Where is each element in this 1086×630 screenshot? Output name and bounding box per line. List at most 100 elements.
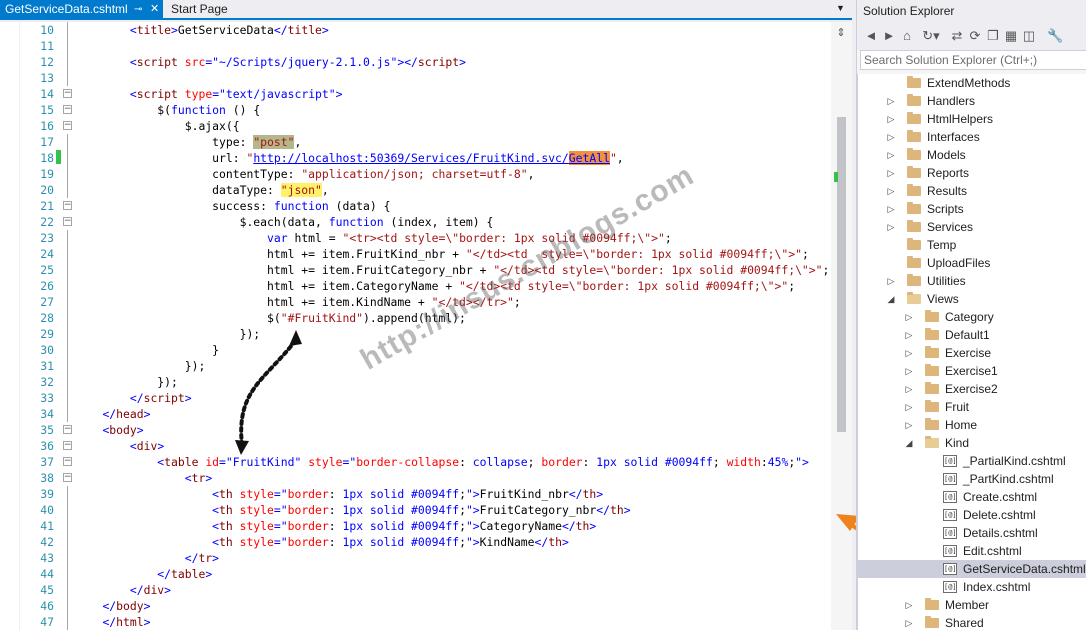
tree-file-delete-cshtml[interactable]: [@] Delete.cshtml (857, 506, 1086, 524)
code-line[interactable]: 13 (0, 70, 830, 86)
tab-dropdown-icon[interactable]: ▼ (836, 3, 845, 13)
collapsed-arrow-icon[interactable]: ▷ (886, 272, 896, 290)
code-line[interactable]: 31 }); (0, 358, 830, 374)
tree-folder-default1[interactable]: ▷ Default1 (857, 326, 1086, 344)
tree-folder-views[interactable]: ◢ Views (857, 290, 1086, 308)
split-icon[interactable]: ⇕ (835, 26, 847, 40)
collapsed-arrow-icon[interactable]: ▷ (886, 218, 896, 236)
collapsed-arrow-icon[interactable]: ▷ (904, 614, 914, 630)
expanded-arrow-icon[interactable]: ◢ (886, 290, 896, 308)
tree-folder-home[interactable]: ▷ Home (857, 416, 1086, 434)
collapse-icon[interactable]: − (63, 217, 72, 226)
code-line[interactable]: 40 <th style="border: 1px solid #0094ff;… (0, 502, 830, 518)
tree-folder-shared[interactable]: ▷ Shared (857, 614, 1086, 630)
preview-icon[interactable]: ◫ (1021, 27, 1037, 45)
code-line[interactable]: 42 <th style="border: 1px solid #0094ff;… (0, 534, 830, 550)
code-line[interactable]: 29 }); (0, 326, 830, 342)
code-line[interactable]: 38− <tr> (0, 470, 830, 486)
code-line[interactable]: 26 html += item.CategoryName + "</td><td… (0, 278, 830, 294)
tree-folder-uploadfiles[interactable]: UploadFiles (857, 254, 1086, 272)
refresh-icon[interactable]: ⇄ (949, 27, 965, 45)
code-line[interactable]: 47 </html> (0, 614, 830, 630)
code-line[interactable]: 16− $.ajax({ (0, 118, 830, 134)
collapsed-arrow-icon[interactable]: ▷ (886, 92, 896, 110)
collapse-icon[interactable]: − (63, 441, 72, 450)
collapsed-arrow-icon[interactable]: ▷ (886, 146, 896, 164)
code-line[interactable]: 14− <script type="text/javascript"> (0, 86, 830, 102)
tree-folder-scripts[interactable]: ▷ Scripts (857, 200, 1086, 218)
tree-folder-htmlhelpers[interactable]: ▷ HtmlHelpers (857, 110, 1086, 128)
code-line[interactable]: 39 <th style="border: 1px solid #0094ff;… (0, 486, 830, 502)
tree-folder-services[interactable]: ▷ Services (857, 218, 1086, 236)
tree-folder-fruit[interactable]: ▷ Fruit (857, 398, 1086, 416)
code-line[interactable]: 18 url: "http://localhost:50369/Services… (0, 150, 830, 166)
code-line[interactable]: 10 <title>GetServiceData</title> (0, 22, 830, 38)
code-line[interactable]: 22− $.each(data, function (index, item) … (0, 214, 830, 230)
tree-file--partkind-cshtml[interactable]: [@] _PartKind.cshtml (857, 470, 1086, 488)
collapsed-arrow-icon[interactable]: ▷ (904, 596, 914, 614)
collapsed-arrow-icon[interactable]: ▷ (904, 398, 914, 416)
code-line[interactable]: 12 <script src="~/Scripts/jquery-2.1.0.j… (0, 54, 830, 70)
code-line[interactable]: 34 </head> (0, 406, 830, 422)
code-line[interactable]: 17 type: "post", (0, 134, 830, 150)
collapsed-arrow-icon[interactable]: ▷ (904, 380, 914, 398)
tree-file-edit-cshtml[interactable]: [@] Edit.cshtml (857, 542, 1086, 560)
tree-folder-exercise[interactable]: ▷ Exercise (857, 344, 1086, 362)
collapsed-arrow-icon[interactable]: ▷ (904, 362, 914, 380)
code-line[interactable]: 27 html += item.KindName + "</td></tr>"; (0, 294, 830, 310)
tree-file-getservicedata-cshtml[interactable]: [@] GetServiceData.cshtml (857, 560, 1086, 578)
code-line[interactable]: 33 </script> (0, 390, 830, 406)
vertical-scrollbar[interactable]: ⇕ (831, 22, 852, 630)
collapsed-arrow-icon[interactable]: ▷ (904, 308, 914, 326)
collapsed-arrow-icon[interactable]: ▷ (904, 416, 914, 434)
code-line[interactable]: 11 (0, 38, 830, 54)
solution-explorer-search-input[interactable]: Search Solution Explorer (Ctrl+;) (860, 50, 1086, 70)
code-line[interactable]: 45 </div> (0, 582, 830, 598)
code-line[interactable]: 19 contentType: "application/json; chars… (0, 166, 830, 182)
pin-icon[interactable]: ⊸ (134, 0, 142, 19)
collapse-icon[interactable]: − (63, 201, 72, 210)
sync-icon[interactable]: ↻▾ (919, 27, 943, 45)
code-line[interactable]: 20 dataType: "json", (0, 182, 830, 198)
collapsed-arrow-icon[interactable]: ▷ (886, 182, 896, 200)
code-line[interactable]: 43 </tr> (0, 550, 830, 566)
close-icon[interactable]: ✕ (150, 0, 159, 19)
scrollbar-thumb[interactable] (837, 117, 846, 432)
wrench-icon[interactable]: 🔧 (1047, 27, 1063, 45)
tree-folder-models[interactable]: ▷ Models (857, 146, 1086, 164)
code-editor[interactable]: 10 <title>GetServiceData</title> 11 12 <sc… (0, 22, 852, 630)
collapse-all-icon[interactable]: ⟳ (967, 27, 983, 45)
tree-folder-kind[interactable]: ◢ Kind (857, 434, 1086, 452)
tree-folder-exercise2[interactable]: ▷ Exercise2 (857, 380, 1086, 398)
tree-folder-utilities[interactable]: ▷ Utilities (857, 272, 1086, 290)
collapse-icon[interactable]: − (63, 473, 72, 482)
code-line[interactable]: 36− <div> (0, 438, 830, 454)
code-line[interactable]: 32 }); (0, 374, 830, 390)
tree-file-index-cshtml[interactable]: [@] Index.cshtml (857, 578, 1086, 596)
collapsed-arrow-icon[interactable]: ▷ (886, 200, 896, 218)
code-line[interactable]: 30 } (0, 342, 830, 358)
collapsed-arrow-icon[interactable]: ▷ (886, 164, 896, 182)
tree-folder-results[interactable]: ▷ Results (857, 182, 1086, 200)
tree-file--partialkind-cshtml[interactable]: [@] _PartialKind.cshtml (857, 452, 1086, 470)
tree-folder-temp[interactable]: Temp (857, 236, 1086, 254)
code-line[interactable]: 15− $(function () { (0, 102, 830, 118)
code-line[interactable]: 24 html += item.FruitKind_nbr + "</td><t… (0, 246, 830, 262)
code-line[interactable]: 21− success: function (data) { (0, 198, 830, 214)
code-line[interactable]: 25 html += item.FruitCategory_nbr + "</t… (0, 262, 830, 278)
home-icon[interactable]: ⌂ (899, 27, 915, 45)
tab-start-page[interactable]: Start Page (166, 0, 246, 19)
collapse-icon[interactable]: − (63, 89, 72, 98)
show-all-files-icon[interactable]: ❐ (985, 27, 1001, 45)
code-line[interactable]: 46 </body> (0, 598, 830, 614)
tree-file-create-cshtml[interactable]: [@] Create.cshtml (857, 488, 1086, 506)
tree-folder-extendmethods[interactable]: ExtendMethods (857, 74, 1086, 92)
collapse-icon[interactable]: − (63, 425, 72, 434)
forward-icon[interactable]: ► (881, 27, 897, 45)
properties-icon[interactable]: ▦ (1003, 27, 1019, 45)
collapsed-arrow-icon[interactable]: ▷ (904, 344, 914, 362)
tree-folder-interfaces[interactable]: ▷ Interfaces (857, 128, 1086, 146)
code-line[interactable]: 23 var html = "<tr><td style=\"border: 1… (0, 230, 830, 246)
tree-folder-category[interactable]: ▷ Category (857, 308, 1086, 326)
code-line[interactable]: 44 </table> (0, 566, 830, 582)
